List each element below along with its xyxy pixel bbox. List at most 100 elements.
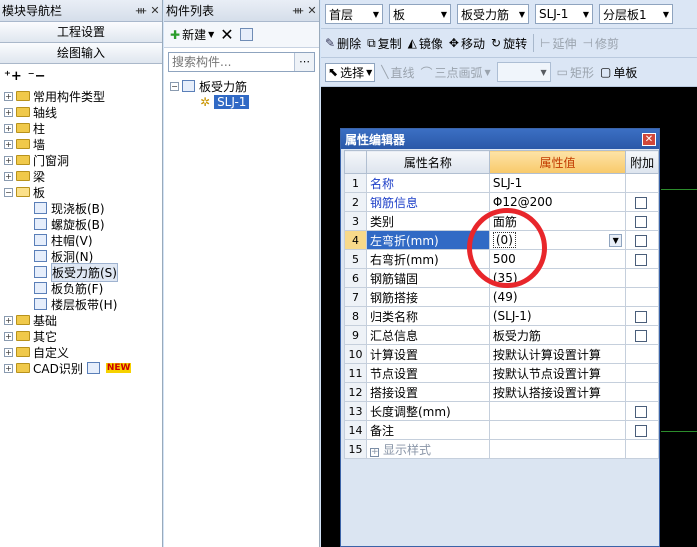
line-button[interactable]: ╲ 直线 [381,64,414,81]
expand-icon[interactable]: + [4,155,13,165]
add-checkbox[interactable] [635,405,648,418]
property-row[interactable]: 8 归类名称 (SLJ-1) [344,306,659,326]
property-value[interactable]: 按默认搭接设置计算 [488,382,627,402]
delete-button[interactable]: ✎ 删除 [325,35,361,52]
row-number: 5 [344,249,367,269]
property-value[interactable] [488,401,627,421]
tree-item-beam[interactable]: + 梁 [4,168,162,184]
property-row[interactable]: 9 汇总信息 板受力筋 [344,325,659,345]
tree-item-openings[interactable]: + 门窗洞 [4,152,162,168]
expand-icon[interactable]: + [4,91,13,101]
select-button[interactable]: ⬉ 选择 ▼ [325,62,376,82]
expand-icon[interactable]: + [4,107,13,117]
close-icon[interactable]: ✕ [642,132,656,146]
property-value[interactable] [488,420,627,440]
property-row[interactable]: 10 计算设置 按默认计算设置计算 [344,344,659,364]
property-row[interactable]: 1 名称 SLJ-1 [344,173,659,193]
tree-item-custom[interactable]: + 自定义 [4,344,162,360]
tree-item-slab[interactable]: − 板 [4,184,162,200]
add-checkbox[interactable] [635,253,648,266]
tree-item-column[interactable]: + 柱 [4,120,162,136]
tree-subitem-negative-rebar[interactable]: 板负筋(F) [4,280,162,296]
close-icon[interactable]: ✕ [305,4,319,17]
search-icon: ⋯ [299,55,310,68]
draw-mode-select[interactable]: ▼ [496,62,551,82]
tree-subitem-cast-slab[interactable]: 现浇板(B) [4,200,162,216]
engineering-settings-button[interactable]: 工程设置 [0,22,162,43]
property-row-group[interactable]: 15 + 显示样式 [344,439,659,459]
component-select[interactable]: SLJ-1 ▼ [535,4,593,24]
rect-button[interactable]: ▭ 矩形 [557,64,594,81]
property-value[interactable]: SLJ-1 [488,173,627,193]
property-name: 搭接设置 [365,382,490,402]
trim-button[interactable]: ⊣ 修剪 [583,35,619,52]
add-cell [625,306,659,326]
tree-item-cad[interactable]: + CAD识别 NEW [4,360,162,376]
close-icon[interactable]: ✕ [148,4,162,17]
pin-icon[interactable]: ᚒ [134,4,148,17]
extend-button[interactable]: ⊢ 延伸 [540,35,576,52]
property-value[interactable]: (SLJ-1) [488,306,627,326]
move-button[interactable]: ✥ 移动 [449,35,485,52]
pin-icon[interactable]: ᚒ [291,4,305,17]
tree-item-other[interactable]: + 其它 [4,328,162,344]
row-number: 11 [344,363,367,383]
new-button[interactable]: ✚ 新建 ▼ [170,26,214,43]
property-value[interactable]: 板受力筋 [488,325,627,345]
property-value[interactable]: 按默认节点设置计算 [488,363,627,383]
comp-tree-parent[interactable]: − 板受力筋 [170,78,313,94]
property-row[interactable]: 7 钢筋搭接 (49) [344,287,659,307]
tree-subitem-floor-band[interactable]: 楼层板带(H) [4,296,162,312]
expand-icon[interactable]: + [4,123,13,133]
expand-icon[interactable]: + [4,315,13,325]
tree-item-label: 柱帽(V) [51,233,93,248]
tree-subitem-spiral-slab[interactable]: 螺旋板(B) [4,216,162,232]
type-select[interactable]: 板 ▼ [389,4,451,24]
tree-subitem-slab-rebar[interactable]: 板受力筋(S) [4,262,162,282]
add-checkbox[interactable] [635,310,648,323]
expand-icon[interactable]: + [4,331,13,341]
copy-button[interactable]: ⧉ 复制 [367,35,402,52]
single-slab-button[interactable]: ▢ 单板 [600,64,637,81]
layer-select[interactable]: 分层板1 ▼ [599,4,673,24]
copy-component-button[interactable] [239,28,253,41]
arc-button[interactable]: ⌒ 三点画弧 ▼ [420,64,490,81]
expand-icon[interactable]: + [4,347,13,357]
tree-item-axis[interactable]: + 轴线 [4,104,162,120]
tree-item-wall[interactable]: + 墙 [4,136,162,152]
add-checkbox[interactable] [635,234,648,247]
mirror-button[interactable]: ◭ 镜像 [408,35,443,52]
row-number: 9 [344,325,367,345]
search-input[interactable] [169,55,294,69]
expand-icon[interactable]: + [369,447,379,457]
add-checkbox[interactable] [635,196,648,209]
collapse-all-icon[interactable]: ⁻− [28,69,46,84]
floor-select[interactable]: 首层 ▼ [325,4,383,24]
chevron-down-icon[interactable]: ▼ [609,233,623,247]
property-row[interactable]: 11 节点设置 按默认节点设置计算 [344,363,659,383]
tree-subitem-column-cap[interactable]: 柱帽(V) [4,232,162,248]
collapse-icon[interactable]: − [170,81,179,91]
collapse-icon[interactable]: − [4,187,13,197]
tree-item-common[interactable]: + 常用构件类型 [4,88,162,104]
expand-icon[interactable]: + [4,171,13,181]
property-row[interactable]: 13 长度调整(mm) [344,401,659,421]
tree-item-foundation[interactable]: + 基础 [4,312,162,328]
property-value[interactable]: (49) [488,287,627,307]
add-checkbox[interactable] [635,424,648,437]
add-checkbox[interactable] [635,329,648,342]
property-value[interactable]: 按默认计算设置计算 [488,344,627,364]
add-checkbox[interactable] [635,215,648,228]
delete-component-button[interactable]: ✕ [220,25,233,44]
expand-icon[interactable]: + [4,363,13,373]
expand-all-icon[interactable]: ⁺+ [4,69,22,84]
property-row[interactable]: 12 搭接设置 按默认搭接设置计算 [344,382,659,402]
comp-tree-child[interactable]: ✲ SLJ-1 [170,94,313,110]
subtype-select[interactable]: 板受力筋 ▼ [457,4,529,24]
rotate-button[interactable]: ↻ 旋转 [491,35,527,52]
drawing-input-button[interactable]: 绘图输入 [0,43,162,64]
property-row[interactable]: 14 备注 [344,420,659,440]
expand-icon[interactable]: + [4,139,13,149]
search-button[interactable]: ⋯ [294,53,314,71]
folder-icon [16,91,30,101]
